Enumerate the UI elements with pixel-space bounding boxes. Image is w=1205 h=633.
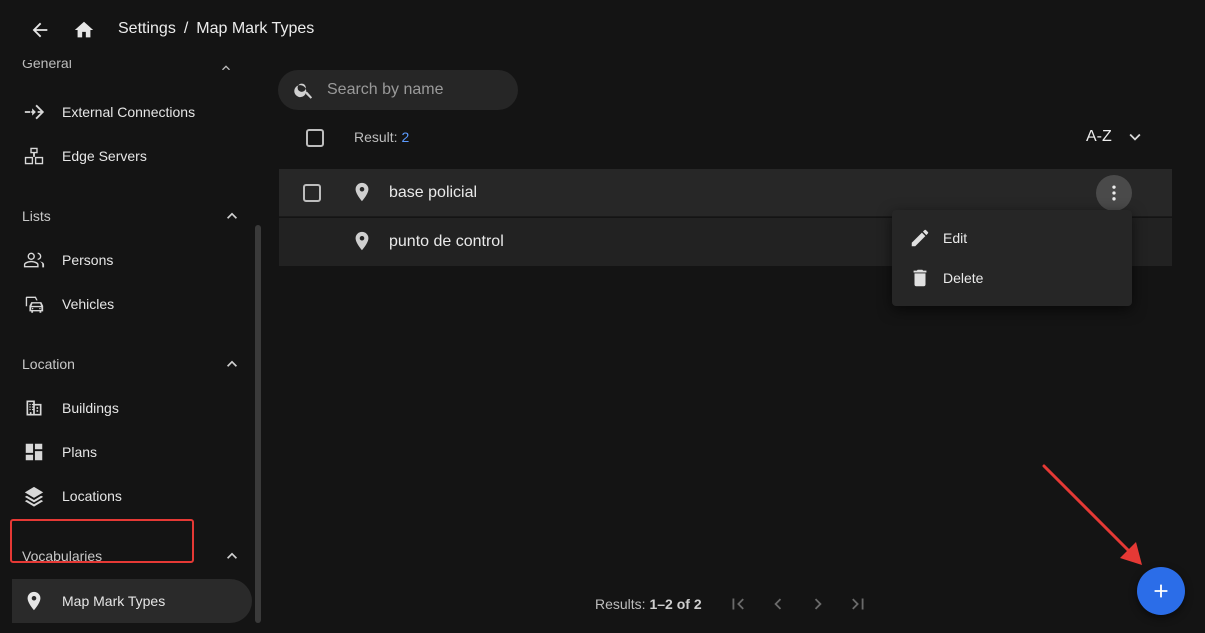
location-pin-icon (22, 589, 46, 613)
arrow-left-icon (32, 22, 48, 38)
row-name: punto de control (389, 233, 504, 250)
sidebar-item-label: Plans (62, 444, 98, 460)
select-all-checkbox[interactable] (306, 129, 324, 147)
sidebar-item-external-connections[interactable]: External Connections (12, 90, 252, 134)
top-bar: Settings / Map Mark Types (0, 0, 1205, 60)
result-number: 2 (401, 129, 410, 145)
chevron-up-icon (227, 360, 237, 367)
sidebar-item-edge-servers[interactable]: Edge Servers (12, 134, 252, 178)
sidebar-item-label: Map Mark Types (62, 593, 166, 609)
pagination-range-value: 1–2 of 2 (649, 596, 702, 612)
sidebar-section-lists[interactable]: Lists (22, 204, 242, 228)
chevron-right-icon (814, 598, 822, 610)
sidebar-item-buildings[interactable]: Buildings (12, 386, 252, 430)
menu-item-delete[interactable]: Delete (892, 258, 1132, 298)
breadcrumb-separator: / (183, 20, 189, 37)
sidebar-item-label: External Connections (62, 104, 196, 120)
sidebar-section-label: Vocabularies (22, 548, 103, 564)
layers-icon (22, 484, 46, 508)
last-page-icon (851, 598, 864, 610)
sidebar-section-general-label[interactable]: General (22, 60, 72, 74)
add-button[interactable] (1137, 567, 1185, 615)
sidebar-item-label: Locations (62, 488, 122, 504)
breadcrumb: Settings / Map Mark Types (118, 20, 314, 38)
sidebar-item-locations[interactable]: Locations (12, 474, 252, 518)
pagination: Results: 1–2 of 2 (595, 592, 870, 616)
sidebar-item-map-mark-types[interactable]: Map Mark Types (12, 579, 252, 623)
building-icon (22, 396, 46, 420)
sidebar-section-vocabularies[interactable]: Vocabularies (22, 544, 242, 568)
sort-label: A-Z (1086, 128, 1112, 145)
first-page-button[interactable] (726, 592, 750, 616)
search-icon (293, 79, 315, 101)
chevron-up-icon[interactable] (218, 60, 234, 70)
chevron-up-icon (227, 552, 237, 559)
breadcrumb-current: Map Mark Types (196, 20, 315, 37)
location-pin-icon (355, 182, 369, 202)
sidebar-scrollbar[interactable] (255, 225, 261, 623)
vehicle-icon (22, 292, 46, 316)
sidebar-item-label: Edge Servers (62, 148, 147, 164)
result-count: Result: 2 (354, 129, 409, 145)
back-button[interactable] (26, 16, 54, 44)
connection-arrow-icon (22, 100, 46, 124)
people-icon (22, 248, 46, 272)
pagination-prefix: Results: (595, 596, 646, 612)
location-pin-icon (355, 231, 369, 251)
sidebar-item-plans[interactable]: Plans (12, 430, 252, 474)
more-options-button[interactable] (1096, 175, 1132, 211)
row-name: base policial (389, 183, 478, 201)
sidebar-item-persons[interactable]: Persons (12, 238, 252, 282)
sidebar: General External Connections Edge Server… (0, 60, 262, 633)
menu-item-edit[interactable]: Edit (892, 218, 1132, 258)
server-stack-icon (22, 144, 46, 168)
last-page-button[interactable] (846, 592, 870, 616)
sidebar-item-vehicles[interactable]: Vehicles (12, 282, 252, 326)
sidebar-item-label: Vehicles (62, 296, 115, 312)
search-input[interactable] (327, 81, 497, 99)
next-page-button[interactable] (806, 592, 830, 616)
previous-page-button[interactable] (766, 592, 790, 616)
sidebar-item-label: Buildings (62, 400, 119, 416)
sidebar-section-location[interactable]: Location (22, 352, 242, 376)
dashboard-icon (22, 440, 46, 464)
chevron-down-icon (1129, 133, 1141, 141)
pencil-icon (908, 226, 932, 250)
sidebar-item-label: Persons (62, 252, 114, 268)
menu-item-label: Delete (943, 270, 984, 286)
sidebar-section-label: Location (22, 356, 75, 372)
chevron-left-icon (773, 598, 781, 610)
sort-dropdown[interactable]: A-Z (1086, 126, 1146, 148)
pagination-range: Results: 1–2 of 2 (595, 596, 702, 612)
more-vertical-icon (1112, 185, 1116, 201)
home-button[interactable] (70, 16, 98, 44)
plus-icon (1154, 584, 1168, 598)
menu-item-label: Edit (943, 230, 968, 246)
annotation-arrow-icon (1042, 464, 1142, 565)
breadcrumb-parent[interactable]: Settings (118, 20, 176, 38)
app-root: Settings / Map Mark Types General Extern… (0, 0, 1205, 633)
sidebar-section-label: Lists (22, 208, 51, 224)
row-context-menu: Edit Delete (892, 210, 1132, 306)
row-checkbox[interactable] (303, 183, 321, 202)
chevron-up-icon (227, 212, 237, 219)
search-box[interactable] (278, 70, 518, 110)
home-icon (74, 21, 94, 38)
result-label: Result: (354, 129, 398, 145)
trash-icon (908, 266, 932, 290)
first-page-icon (732, 598, 744, 610)
